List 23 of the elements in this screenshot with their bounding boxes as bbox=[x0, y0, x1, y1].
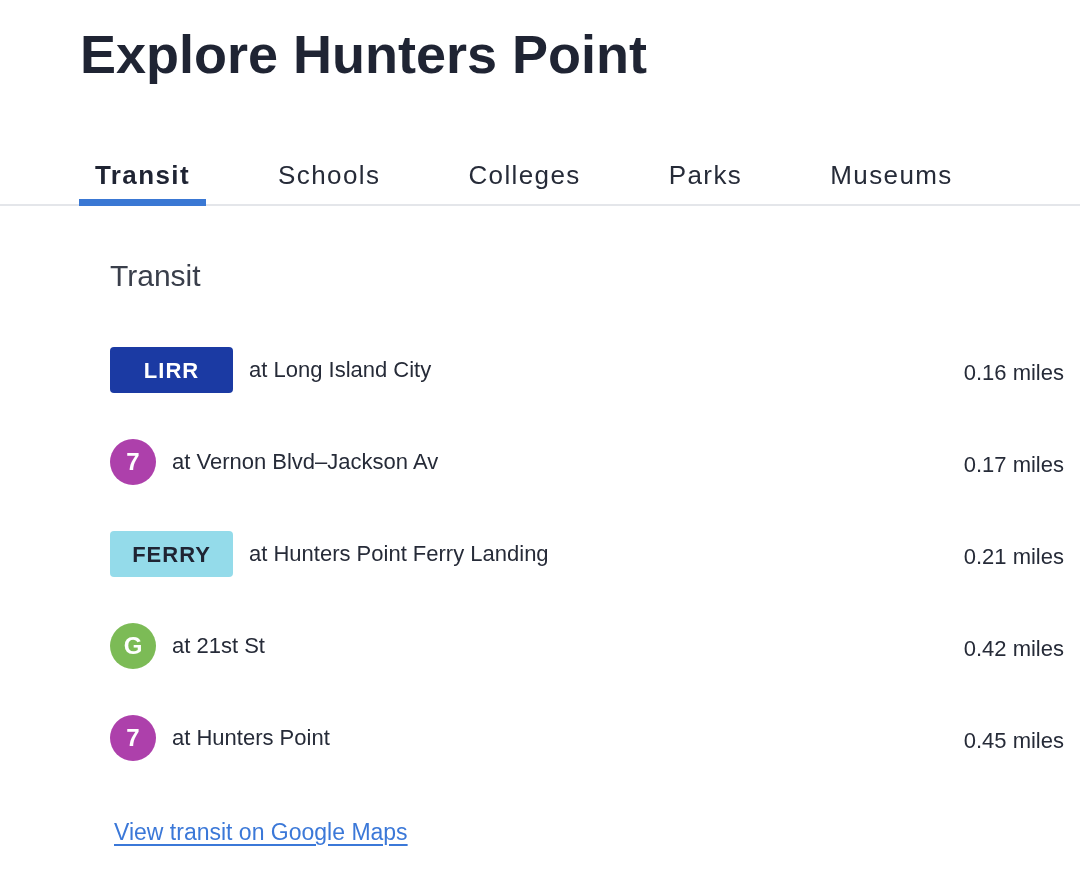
tab[interactable]: Parks bbox=[652, 157, 759, 206]
stop-name: at 21st St bbox=[172, 632, 265, 660]
route-bullet: 7 bbox=[110, 439, 156, 485]
page-title: Explore Hunters Point bbox=[80, 23, 648, 86]
stop-name: at Hunters Point Ferry Landing bbox=[249, 540, 549, 568]
route-bullet: G bbox=[110, 623, 156, 669]
stop-name: at Hunters Point bbox=[172, 724, 330, 752]
distance-text: 0.42 miles bbox=[963, 635, 1064, 663]
google-maps-link[interactable]: View transit on Google Maps bbox=[114, 816, 408, 848]
distance-text: 0.45 miles bbox=[963, 727, 1064, 755]
tab[interactable]: Colleges bbox=[452, 157, 597, 206]
stop-name: at Long Island City bbox=[249, 356, 432, 384]
route-bullet: 7 bbox=[110, 715, 156, 761]
section-heading: Transit bbox=[110, 258, 201, 294]
tab[interactable]: Schools bbox=[262, 157, 397, 206]
stop-name: at Vernon Blvd–Jackson Av bbox=[172, 448, 439, 476]
line-badge: FERRY bbox=[110, 531, 233, 577]
tab[interactable]: Transit bbox=[79, 157, 207, 206]
distance-text: 0.16 miles bbox=[963, 359, 1064, 387]
line-badge: LIRR bbox=[110, 347, 233, 393]
tab[interactable]: Museums bbox=[814, 157, 969, 206]
distance-text: 0.17 miles bbox=[963, 451, 1064, 479]
distance-text: 0.21 miles bbox=[963, 543, 1064, 571]
